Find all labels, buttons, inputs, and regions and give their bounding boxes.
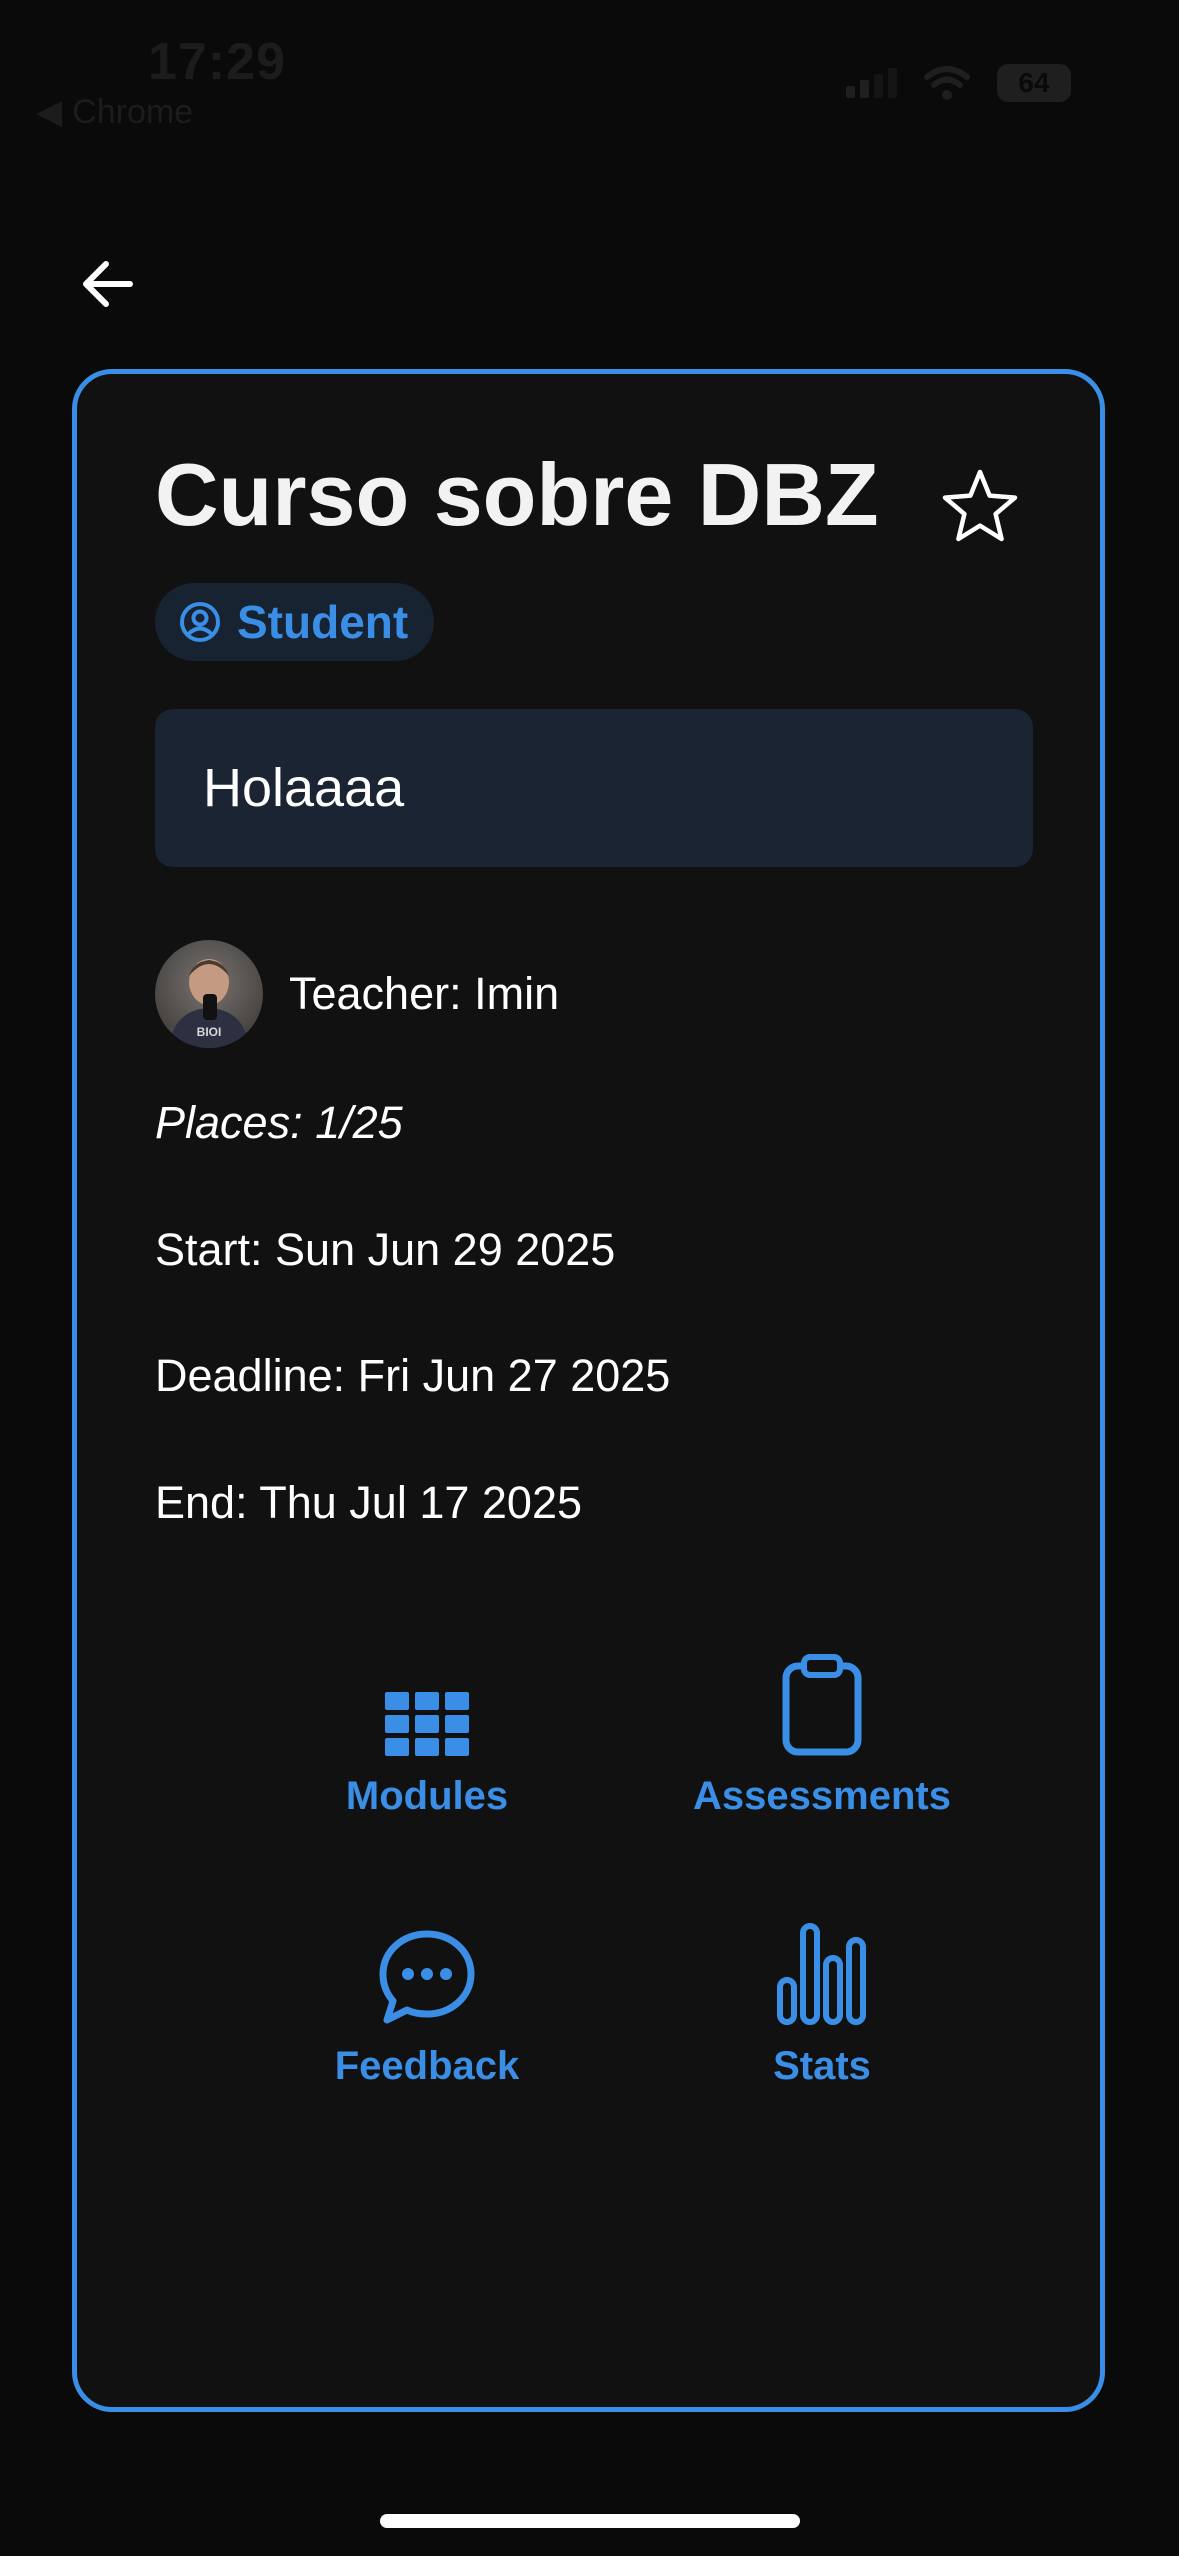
feedback-button[interactable]: Feedback	[267, 1916, 587, 2089]
wifi-icon	[924, 66, 970, 100]
triangle-left-icon: ◀	[36, 93, 63, 131]
star-outline-icon[interactable]	[939, 466, 1021, 548]
stats-label: Stats	[773, 2044, 871, 2088]
role-label: Student	[237, 596, 409, 648]
teacher-name: Teacher: Imin	[289, 968, 560, 1019]
back-to-app-link[interactable]: ◀ Chrome	[36, 92, 193, 132]
battery-level: 64	[1018, 67, 1050, 98]
feedback-label: Feedback	[334, 2044, 520, 2088]
avatar: BIOI	[155, 940, 263, 1048]
bar-chart-icon	[777, 1923, 866, 2025]
home-indicator[interactable]	[380, 2514, 800, 2528]
description-text: Holaaaa	[203, 758, 405, 818]
user-circle-icon	[180, 602, 220, 642]
battery-icon: 64	[997, 64, 1071, 102]
clipboard-icon	[782, 1654, 862, 1756]
role-badge: Student	[155, 583, 435, 661]
modules-button[interactable]: Modules	[267, 1646, 587, 1819]
status-time: 17:29	[148, 33, 286, 91]
deadline-date-text: Deadline: Fri Jun 27 2025	[155, 1350, 671, 1401]
chat-bubble-icon	[379, 1930, 475, 2024]
course-title: Curso sobre DBZ	[155, 445, 879, 544]
places-text: Places: 1/25	[155, 1097, 403, 1148]
end-date-text: End: Thu Jul 17 2025	[155, 1477, 582, 1528]
teacher-row: BIOI Teacher: Imin	[155, 940, 559, 1048]
assessments-label: Assessments	[693, 1774, 951, 1818]
course-card: Curso sobre DBZ Student Holaaaa BIOI Tea…	[72, 369, 1105, 2412]
stats-button[interactable]: Stats	[662, 1916, 982, 2089]
course-description: Holaaaa	[155, 709, 1033, 867]
back-app-label: Chrome	[72, 92, 194, 131]
svg-text:BIOI: BIOI	[197, 1025, 222, 1039]
modules-label: Modules	[345, 1774, 509, 1818]
grid-icon	[385, 1692, 469, 1756]
arrow-left-icon[interactable]	[74, 250, 142, 318]
cellular-signal-icon	[846, 68, 897, 98]
status-icons: 64	[846, 64, 1071, 102]
assessments-button[interactable]: Assessments	[662, 1646, 982, 1819]
start-date-text: Start: Sun Jun 29 2025	[155, 1224, 616, 1275]
